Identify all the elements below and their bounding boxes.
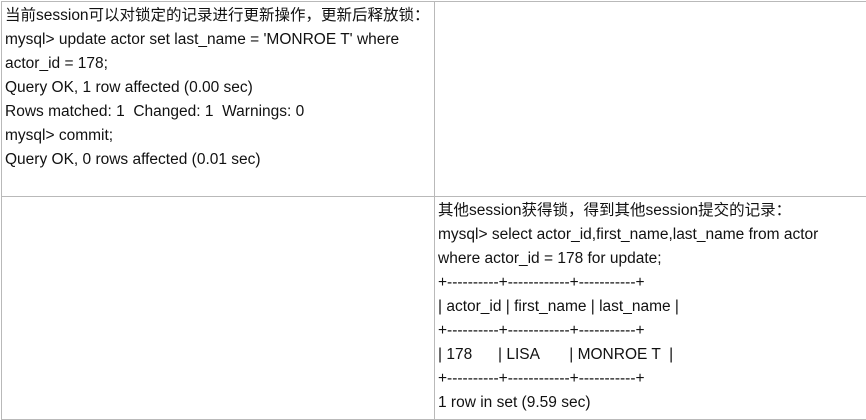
session-a-cell-empty bbox=[2, 197, 435, 420]
result-border-line: +----------+------------+-----------+ bbox=[438, 319, 864, 343]
cell-text-line: Rows matched: 1 Changed: 1 Warnings: 0 bbox=[5, 100, 431, 124]
cell-text-line: Query OK, 1 row affected (0.00 sec) bbox=[5, 76, 431, 100]
cell-text-line: 其他session获得锁，得到其他session提交的记录： bbox=[438, 199, 864, 223]
result-row-line: | 178 | LISA | MONROE T | bbox=[438, 343, 864, 367]
cell-text-line: mysql> update actor set last_name = 'MON… bbox=[5, 28, 431, 76]
table-row: 其他session获得锁，得到其他session提交的记录： mysql> se… bbox=[2, 197, 866, 420]
session-b-cell: 其他session获得锁，得到其他session提交的记录： mysql> se… bbox=[435, 197, 866, 420]
session-b-cell-empty bbox=[435, 2, 866, 197]
result-border-line: +----------+------------+-----------+ bbox=[438, 271, 864, 295]
cell-text-line: Query OK, 0 rows affected (0.01 sec) bbox=[5, 148, 431, 172]
cell-text-line: 当前session可以对锁定的记录进行更新操作，更新后释放锁： bbox=[5, 4, 431, 28]
table-row: 当前session可以对锁定的记录进行更新操作，更新后释放锁： mysql> u… bbox=[2, 2, 866, 197]
cell-text-line: 1 row in set (9.59 sec) bbox=[438, 391, 864, 415]
cell-text-line: mysql> select actor_id,first_name,last_n… bbox=[438, 223, 864, 271]
result-header-line: | actor_id | first_name | last_name | bbox=[438, 295, 864, 319]
result-border-line: +----------+------------+-----------+ bbox=[438, 367, 864, 391]
session-a-cell: 当前session可以对锁定的记录进行更新操作，更新后释放锁： mysql> u… bbox=[2, 2, 435, 197]
cell-text-line: mysql> commit; bbox=[5, 124, 431, 148]
comparison-table: 当前session可以对锁定的记录进行更新操作，更新后释放锁： mysql> u… bbox=[1, 1, 866, 420]
